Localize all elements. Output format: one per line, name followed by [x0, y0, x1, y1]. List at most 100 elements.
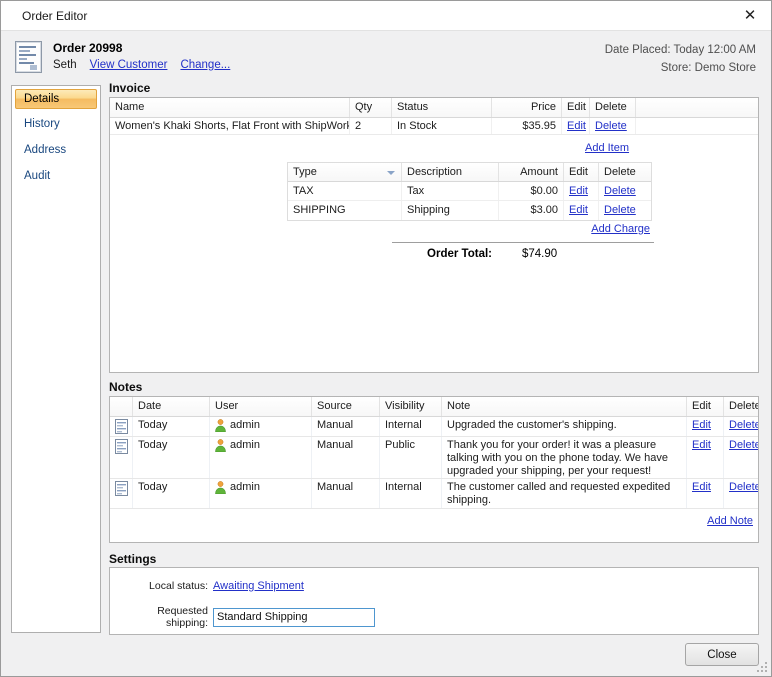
- sidebar-item-address[interactable]: Address: [15, 141, 97, 161]
- note-user: admin: [230, 419, 260, 432]
- notes-group-box: Date User Source Visibility Note Edit De…: [109, 396, 759, 543]
- requested-shipping-input[interactable]: [213, 608, 375, 627]
- col-header-type[interactable]: Type: [288, 163, 402, 181]
- item-edit-link[interactable]: Edit: [567, 120, 586, 132]
- note-date: Today: [133, 417, 210, 436]
- col-header-date[interactable]: Date: [133, 397, 210, 416]
- title-bar: Order Editor ✕: [1, 1, 771, 31]
- order-total-label: Order Total:: [110, 248, 492, 260]
- order-document-icon: [15, 41, 42, 78]
- sidebar-item-audit[interactable]: Audit: [15, 167, 97, 187]
- close-button[interactable]: Close: [685, 643, 759, 666]
- sidebar-nav: Details History Address Audit: [11, 85, 101, 633]
- order-meta: Date Placed: Today 12:00 AM Store: Demo …: [605, 41, 756, 77]
- col-header-user[interactable]: User: [210, 397, 312, 416]
- note-visibility: Internal: [380, 417, 442, 436]
- user-icon: [215, 481, 226, 494]
- note-text: Thank you for your order! it was a pleas…: [442, 437, 687, 478]
- note-source: Manual: [312, 437, 380, 478]
- item-price: $35.95: [492, 118, 562, 134]
- charge-row-shipping: SHIPPING Shipping $3.00 Edit Delete: [288, 201, 651, 220]
- sidebar-item-details[interactable]: Details: [15, 89, 97, 109]
- item-delete-link[interactable]: Delete: [595, 120, 627, 132]
- col-header-name[interactable]: Name: [110, 98, 350, 117]
- invoice-section-title: Invoice: [109, 81, 150, 95]
- charge-type: SHIPPING: [288, 201, 402, 220]
- note-page-icon: [110, 437, 133, 478]
- note-page-icon: [110, 417, 133, 436]
- settings-section-title: Settings: [109, 552, 156, 566]
- note-source: Manual: [312, 417, 380, 436]
- notes-header: Date User Source Visibility Note Edit De…: [110, 397, 758, 417]
- add-item-link[interactable]: Add Item: [585, 142, 629, 154]
- window-close-icon[interactable]: ✕: [739, 5, 761, 27]
- col-header-qty[interactable]: Qty: [350, 98, 392, 117]
- charge-delete-link[interactable]: Delete: [604, 185, 636, 197]
- local-status-label: Local status:: [120, 580, 208, 592]
- note-visibility: Public: [380, 437, 442, 478]
- col-header-description[interactable]: Description: [402, 163, 499, 181]
- col-header-amount[interactable]: Amount: [499, 163, 564, 181]
- item-qty: 2: [350, 118, 392, 134]
- note-text: The customer called and requested expedi…: [442, 479, 687, 508]
- order-total-value: $74.90: [522, 248, 557, 260]
- note-user: admin: [230, 481, 260, 494]
- col-header-delete: Delete: [590, 98, 636, 117]
- note-source: Manual: [312, 479, 380, 508]
- note-page-icon: [110, 479, 133, 508]
- note-delete-link[interactable]: Delete: [729, 439, 758, 451]
- charge-amount: $0.00: [499, 182, 564, 200]
- charge-edit-link[interactable]: Edit: [569, 185, 588, 197]
- order-editor-dialog: Order Editor ✕ Order 20998 Seth View Cus…: [0, 0, 772, 677]
- sidebar-item-history[interactable]: History: [15, 115, 97, 135]
- requested-shipping-label: Requested shipping:: [120, 605, 208, 629]
- local-status-link[interactable]: Awaiting Shipment: [213, 580, 304, 592]
- charge-type: TAX: [288, 182, 402, 200]
- invoice-item-row: Women's Khaki Shorts, Flat Front with Sh…: [110, 118, 758, 135]
- col-header-delete: Delete: [724, 397, 758, 416]
- date-placed: Date Placed: Today 12:00 AM: [605, 41, 756, 59]
- charges-header: Type Description Amount Edit Delete: [288, 163, 651, 182]
- charge-delete-link[interactable]: Delete: [604, 204, 636, 216]
- note-row: Today admin Manual Public Thank you for …: [110, 437, 758, 479]
- col-header-edit: Edit: [564, 163, 599, 181]
- note-user: admin: [230, 439, 260, 452]
- note-edit-link[interactable]: Edit: [692, 439, 711, 451]
- col-header-note[interactable]: Note: [442, 397, 687, 416]
- charge-description: Shipping: [402, 201, 499, 220]
- change-customer-link[interactable]: Change...: [180, 59, 230, 71]
- col-header-source[interactable]: Source: [312, 397, 380, 416]
- store-name: Store: Demo Store: [605, 59, 756, 77]
- note-date: Today: [133, 437, 210, 478]
- window-title: Order Editor: [22, 9, 87, 23]
- note-text: Upgraded the customer's shipping.: [442, 417, 687, 436]
- customer-name: Seth: [53, 59, 77, 71]
- col-header-visibility[interactable]: Visibility: [380, 397, 442, 416]
- notes-section-title: Notes: [109, 380, 142, 394]
- note-date: Today: [133, 479, 210, 508]
- col-header-status[interactable]: Status: [392, 98, 492, 117]
- invoice-group-box: Name Qty Status Price Edit Delete Women'…: [109, 97, 759, 373]
- sort-descending-icon: [387, 171, 395, 175]
- note-visibility: Internal: [380, 479, 442, 508]
- charge-edit-link[interactable]: Edit: [569, 204, 588, 216]
- view-customer-link[interactable]: View Customer: [90, 59, 168, 71]
- note-delete-link[interactable]: Delete: [729, 481, 758, 493]
- add-charge-link[interactable]: Add Charge: [591, 223, 650, 235]
- settings-group-box: Local status: Awaiting Shipment Requeste…: [109, 567, 759, 635]
- col-header-edit: Edit: [562, 98, 590, 117]
- add-note-link[interactable]: Add Note: [707, 515, 753, 527]
- note-edit-link[interactable]: Edit: [692, 481, 711, 493]
- charge-description: Tax: [402, 182, 499, 200]
- order-number: Order 20998: [53, 41, 122, 55]
- item-name: Women's Khaki Shorts, Flat Front with Sh…: [110, 118, 350, 134]
- user-icon: [215, 439, 226, 452]
- col-header-edit: Edit: [687, 397, 724, 416]
- user-icon: [215, 419, 226, 432]
- note-delete-link[interactable]: Delete: [729, 419, 758, 431]
- resize-grip[interactable]: [757, 662, 768, 673]
- col-header-price[interactable]: Price: [492, 98, 562, 117]
- note-edit-link[interactable]: Edit: [692, 419, 711, 431]
- charge-row-tax: TAX Tax $0.00 Edit Delete: [288, 182, 651, 201]
- note-row: Today admin Manual Internal The customer…: [110, 479, 758, 509]
